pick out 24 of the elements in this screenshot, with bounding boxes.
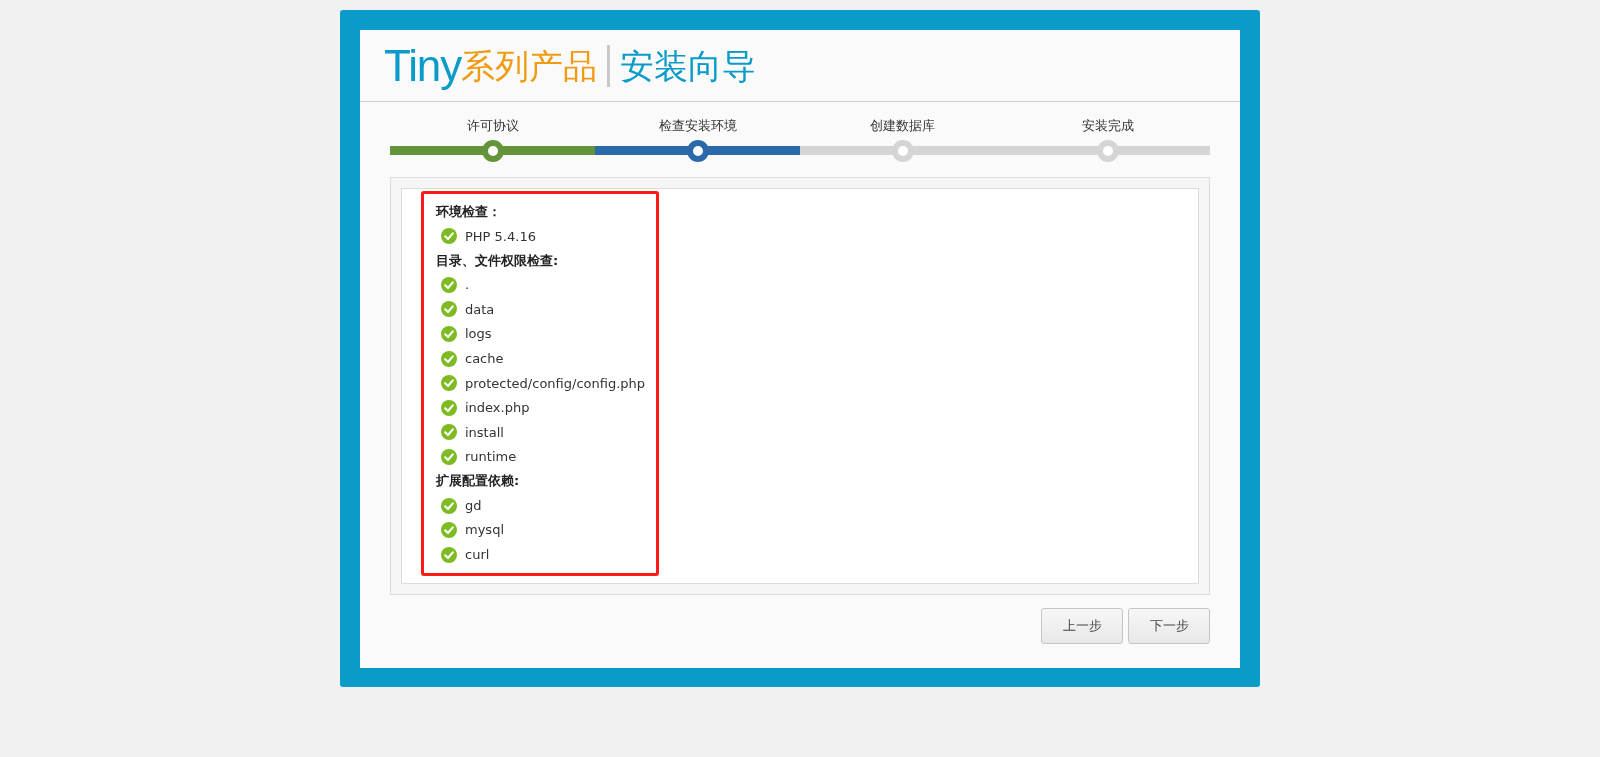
logo-title: 安装向导 [620,48,757,83]
check-item-text: logs [465,325,492,344]
section-heading: 目录、文件权限检查: [436,251,560,270]
logo-brand: Tiny [384,43,462,88]
check-item-text: protected/config/config.php [465,374,646,393]
check-item-text: PHP 5.4.16 [465,227,536,246]
check-item-text: curl [465,546,490,565]
check-item-text: install [465,423,504,442]
section-heading: 扩展配置依赖: [436,472,521,491]
check-item-text: data [465,300,495,319]
logo-series: 系列产品 [461,48,598,83]
step-label: 许可协议 [466,117,519,135]
check-item-text: mysql [465,521,504,540]
check-item-text: gd [465,496,482,515]
check-item-text: cache [465,349,504,368]
step-label: 创建数据库 [870,117,935,135]
check-item-text: . [465,276,470,295]
section-heading: 环境检查： [436,203,502,221]
check-item-text: index.php [465,399,530,418]
next-step-button[interactable]: 下一步 [1128,608,1210,644]
previous-step-button[interactable]: 上一步 [1041,608,1123,644]
step-label: 安装完成 [1081,117,1134,135]
check-item-text: runtime [465,448,517,467]
step-label: 检查安装环境 [658,117,737,135]
